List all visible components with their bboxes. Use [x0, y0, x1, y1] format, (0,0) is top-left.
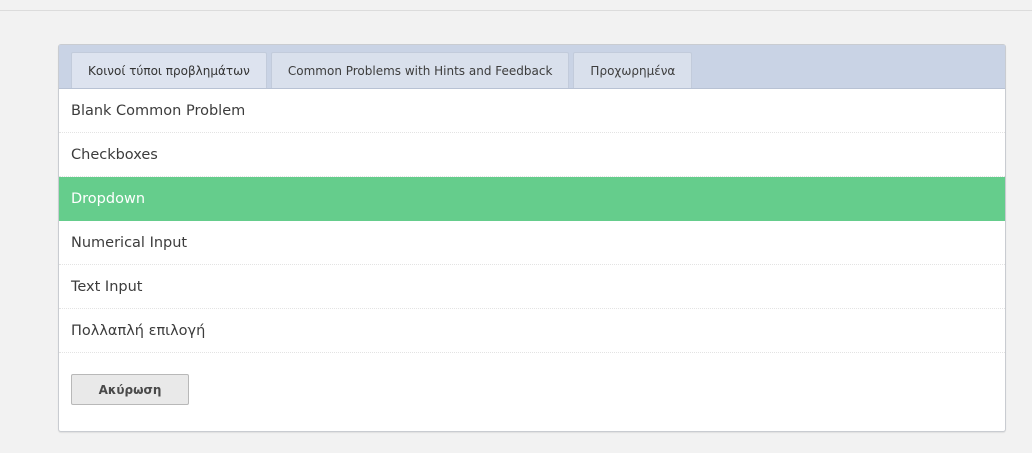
problem-tabs: Κοινοί τύποι προβλημάτων Common Problems…	[59, 45, 1005, 89]
cancel-button[interactable]: Ακύρωση	[71, 374, 189, 405]
tab-common-problem-types[interactable]: Κοινοί τύποι προβλημάτων	[71, 52, 267, 88]
problem-type-picker: Κοινοί τύποι προβλημάτων Common Problems…	[58, 44, 1006, 432]
list-item-multiple-choice[interactable]: Πολλαπλή επιλογή	[59, 309, 1005, 353]
tab-common-problems-hints-feedback[interactable]: Common Problems with Hints and Feedback	[270, 52, 570, 88]
top-divider	[0, 0, 1032, 11]
list-item-dropdown[interactable]: Dropdown	[59, 177, 1005, 221]
problem-type-list: Blank Common Problem Checkboxes Dropdown…	[59, 89, 1005, 353]
list-item-checkboxes[interactable]: Checkboxes	[59, 133, 1005, 177]
list-item-blank-common-problem[interactable]: Blank Common Problem	[59, 89, 1005, 133]
list-item-text-input[interactable]: Text Input	[59, 265, 1005, 309]
tab-advanced[interactable]: Προχωρημένα	[573, 52, 693, 88]
list-item-numerical-input[interactable]: Numerical Input	[59, 221, 1005, 265]
